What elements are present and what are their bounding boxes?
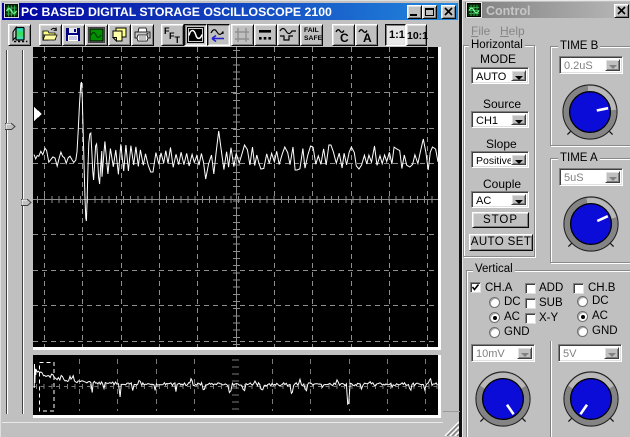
svg-text:C: C xyxy=(340,31,349,44)
svg-text:A: A xyxy=(363,31,372,44)
svg-text:T: T xyxy=(175,35,181,44)
